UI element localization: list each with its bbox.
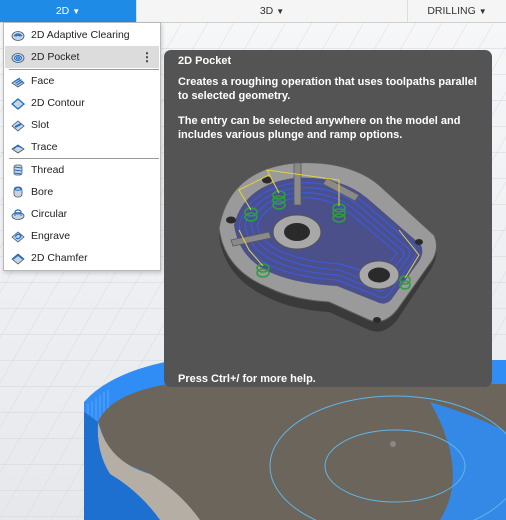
tab-2d[interactable]: 2D ▼ [0,0,136,22]
tooltip-description: Creates a roughing operation that uses t… [178,76,477,102]
more-options-icon[interactable]: ⋮ [141,46,153,68]
menu-item-label: 2D Pocket [31,51,80,63]
circular-icon [11,209,25,220]
menu-item-label: Bore [31,186,54,198]
chevron-down-icon: ▼ [276,7,285,16]
slot-icon [11,120,25,132]
menu-item-label: 2D Chamfer [31,252,88,264]
menu-item-2d-chamfer[interactable]: 2D Chamfer [5,247,159,269]
chevron-down-icon: ▼ [72,7,81,16]
tab-drilling-label: DRILLING [427,5,476,17]
menu-item-label: 2D Contour [31,97,85,109]
menu-item-label: Thread [31,164,65,176]
menu-item-engrave[interactable]: Engrave [5,225,159,247]
menu-item-2d-adaptive-clearing[interactable]: 2D Adaptive Clearing [5,24,159,46]
menu-item-circular[interactable]: Circular [5,203,159,225]
menu-item-face[interactable]: Face [5,70,159,92]
menu-item-2d-contour[interactable]: 2D Contour [5,92,159,114]
menu-item-thread[interactable]: Thread [5,159,159,181]
chevron-down-icon: ▼ [478,7,487,16]
pocket-icon [11,53,25,63]
adaptive-clearing-icon [11,31,25,41]
contour-icon [11,98,25,110]
tab-3d[interactable]: 3D ▼ [136,0,408,22]
tooltip-description-detail: The entry can be selected anywhere on th… [178,115,461,141]
trace-icon [11,144,25,154]
menu-item-label: Engrave [31,230,71,242]
bore-icon [13,186,23,198]
tab-drilling[interactable]: DRILLING ▼ [408,0,506,22]
menu-item-label: Trace [31,141,58,153]
menu-item-slot[interactable]: Slot [5,114,159,136]
tooltip-help-hint: Press Ctrl+/ for more help. [178,373,316,385]
engrave-icon [11,231,25,243]
face-icon [11,77,25,88]
menu-item-label: 2D Adaptive Clearing [31,29,130,41]
thread-icon [13,164,23,176]
menu-item-label: Circular [31,208,68,220]
chamfer-icon [11,253,25,265]
menu-item-label: Face [31,75,55,87]
menu-item-2d-pocket[interactable]: 2D Pocket ⋮ [5,46,159,68]
tab-2d-label: 2D [55,5,70,17]
toolbar: 2D ▼ 3D ▼ DRILLING ▼ [0,0,506,23]
menu-item-bore[interactable]: Bore [5,181,159,203]
menu-item-label: Slot [31,119,50,131]
tooltip-title: 2D Pocket [178,55,232,67]
menu-item-trace[interactable]: Trace [5,136,159,158]
tab-3d-label: 3D [259,5,274,17]
operations-dropdown-menu: 2D Adaptive Clearing 2D Pocket ⋮ Face 2D… [3,22,161,271]
pocket-illustration-image [218,162,438,332]
tooltip-2d-pocket: 2D Pocket Creates a roughing operation t… [164,50,492,387]
